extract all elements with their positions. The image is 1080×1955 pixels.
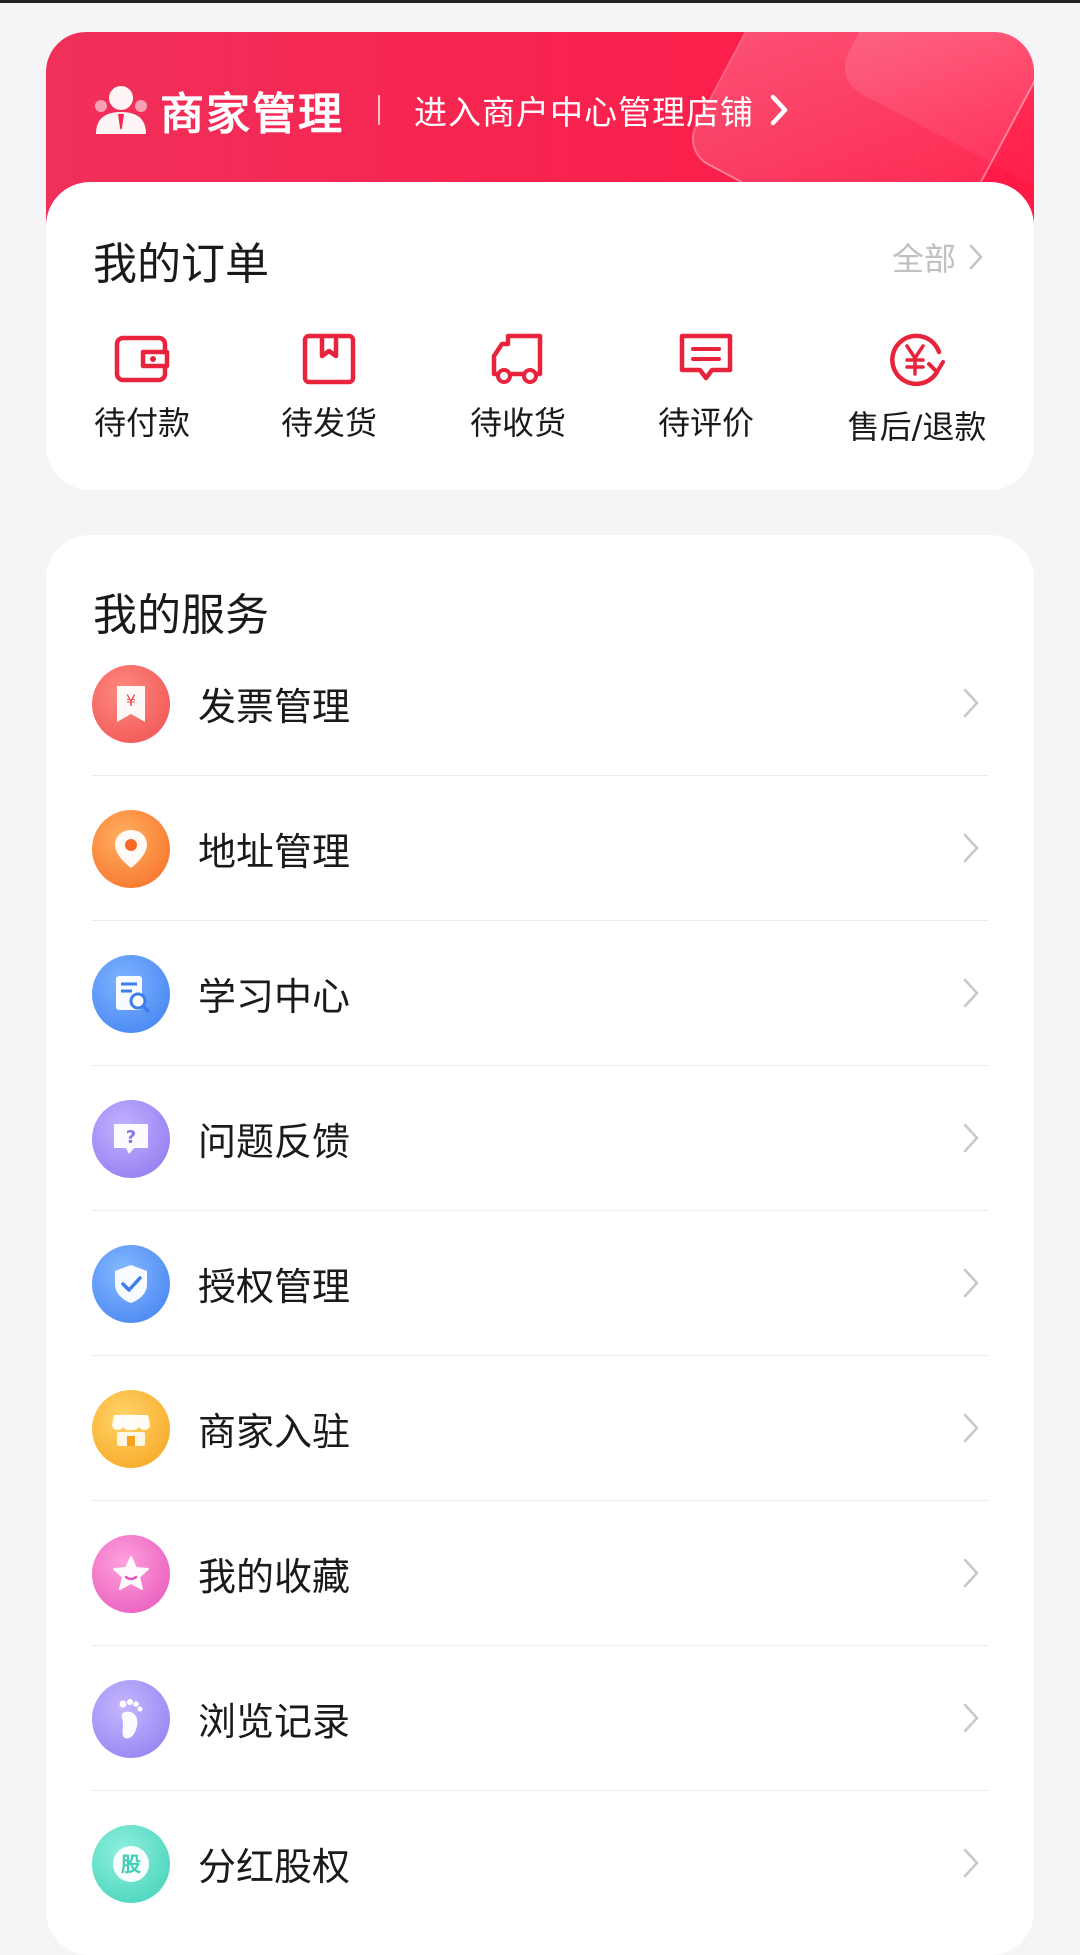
service-item-address[interactable]: 地址管理 <box>92 776 988 921</box>
merchant-center-link[interactable]: 进入商户中心管理店铺 <box>414 86 754 134</box>
service-label: 问题反馈 <box>198 1120 351 1164</box>
order-after-sales-refund[interactable]: 售后/退款 <box>847 330 987 448</box>
all-orders-label: 全部 <box>891 240 956 278</box>
svg-text:¥: ¥ <box>126 691 136 710</box>
service-item-learning-center[interactable]: 学习中心 <box>92 921 988 1066</box>
package-icon <box>302 333 356 385</box>
orders-title: 我的订单 <box>93 239 269 290</box>
order-label: 待收货 <box>469 404 566 442</box>
chevron-right-icon <box>963 1123 979 1153</box>
order-label: 待评价 <box>657 404 754 442</box>
svg-text:股: 股 <box>121 1852 141 1876</box>
merchant-user-icon <box>95 86 147 134</box>
order-pending-receipt[interactable]: 待收货 <box>448 330 588 444</box>
order-pending-review[interactable]: 待评价 <box>636 330 776 444</box>
order-label: 待发货 <box>280 404 377 442</box>
service-item-browsing-history[interactable]: 浏览记录 <box>92 1646 988 1791</box>
service-label: 学习中心 <box>198 975 351 1019</box>
service-label: 浏览记录 <box>198 1700 351 1744</box>
question-chat-icon: ? <box>92 1099 170 1178</box>
truck-icon <box>491 333 543 384</box>
chevron-right-icon <box>963 1413 979 1443</box>
chevron-right-icon <box>963 978 979 1008</box>
service-item-feedback[interactable]: ? 问题反馈 <box>92 1066 988 1211</box>
chevron-right-icon <box>963 1558 979 1588</box>
order-pending-shipment[interactable]: 待发货 <box>259 330 399 444</box>
service-label: 商家入驻 <box>198 1410 351 1454</box>
chevron-right-icon <box>770 94 788 126</box>
svg-text:?: ? <box>126 1127 136 1148</box>
chevron-right-icon <box>963 1848 979 1878</box>
location-pin-icon <box>92 809 170 888</box>
order-label: 待付款 <box>93 404 190 442</box>
equity-icon: 股 <box>92 1824 170 1903</box>
merchant-title: 商家管理 <box>160 89 344 140</box>
services-card: 我的服务 ¥ 发票管理 地址管理 学习中心 ? 问题反馈 授权管理 商家入驻 我… <box>46 535 1034 1955</box>
chevron-right-icon <box>963 688 979 718</box>
service-item-invoice[interactable]: ¥ 发票管理 <box>92 631 988 776</box>
service-label: 分红股权 <box>198 1845 351 1889</box>
chevron-right-icon <box>963 1268 979 1298</box>
service-item-dividend-equity[interactable]: 股 分红股权 <box>92 1791 988 1936</box>
chevron-right-icon <box>963 1703 979 1733</box>
order-pending-payment[interactable]: 待付款 <box>72 330 212 444</box>
invoice-icon: ¥ <box>92 664 170 743</box>
star-icon <box>92 1534 170 1613</box>
service-label: 发票管理 <box>198 685 351 729</box>
shield-check-icon <box>92 1244 170 1323</box>
order-label: 售后/退款 <box>847 408 987 446</box>
service-item-merchant-onboarding[interactable]: 商家入驻 <box>92 1356 988 1501</box>
service-item-authorization[interactable]: 授权管理 <box>92 1211 988 1356</box>
status-bar-edge <box>0 0 1080 3</box>
divider <box>378 95 380 125</box>
store-icon <box>92 1389 170 1468</box>
comment-icon <box>679 333 733 381</box>
chevron-right-icon <box>963 833 979 863</box>
orders-card: 我的订单 全部 待付款 待发货 待收货 待评价 售后/退款 <box>46 182 1034 490</box>
all-orders-link[interactable]: 全部 <box>892 234 984 280</box>
service-label: 地址管理 <box>198 830 351 874</box>
service-label: 我的收藏 <box>198 1555 351 1599</box>
document-search-icon <box>92 954 170 1033</box>
footprint-icon <box>92 1679 170 1758</box>
service-item-favorites[interactable]: 我的收藏 <box>92 1501 988 1646</box>
refund-yen-icon <box>890 333 945 387</box>
service-label: 授权管理 <box>198 1265 351 1309</box>
chevron-right-icon <box>969 244 983 270</box>
wallet-icon <box>114 335 170 383</box>
